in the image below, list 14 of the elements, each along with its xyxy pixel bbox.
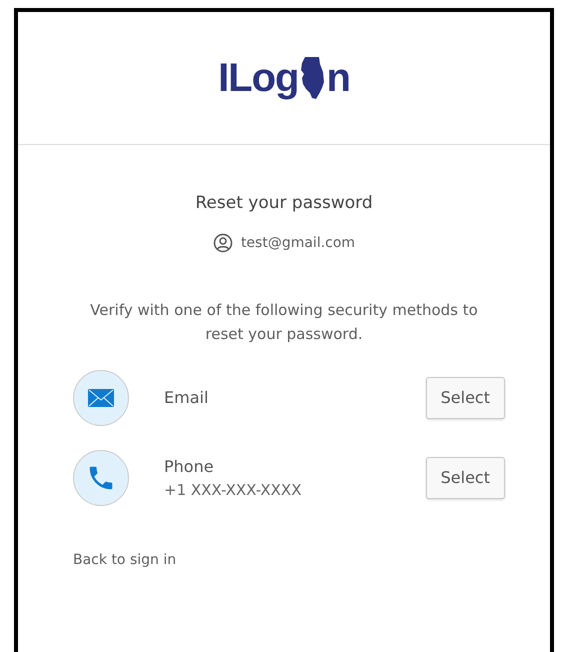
- instructions: Verify with one of the following security methods to reset your password.: [89, 300, 479, 345]
- logo-text: n: [326, 55, 350, 102]
- select-button[interactable]: Select: [426, 377, 505, 419]
- account-email: test@gmail.com: [240, 234, 356, 252]
- back-to-sign-in-link[interactable]: Back to sign in: [73, 550, 176, 571]
- method-label: Phone: [164, 456, 215, 478]
- select-button[interactable]: Select: [426, 457, 505, 499]
- phone-number: +1 XXX-XXX-XXXX: [164, 480, 302, 501]
- user-icon: [212, 233, 233, 253]
- page-title: Reset your password: [194, 192, 374, 215]
- envelope-icon: [88, 389, 114, 407]
- logo-text: ILog: [218, 55, 298, 102]
- state-map-icon: [299, 56, 326, 100]
- method-label: Email: [164, 387, 208, 409]
